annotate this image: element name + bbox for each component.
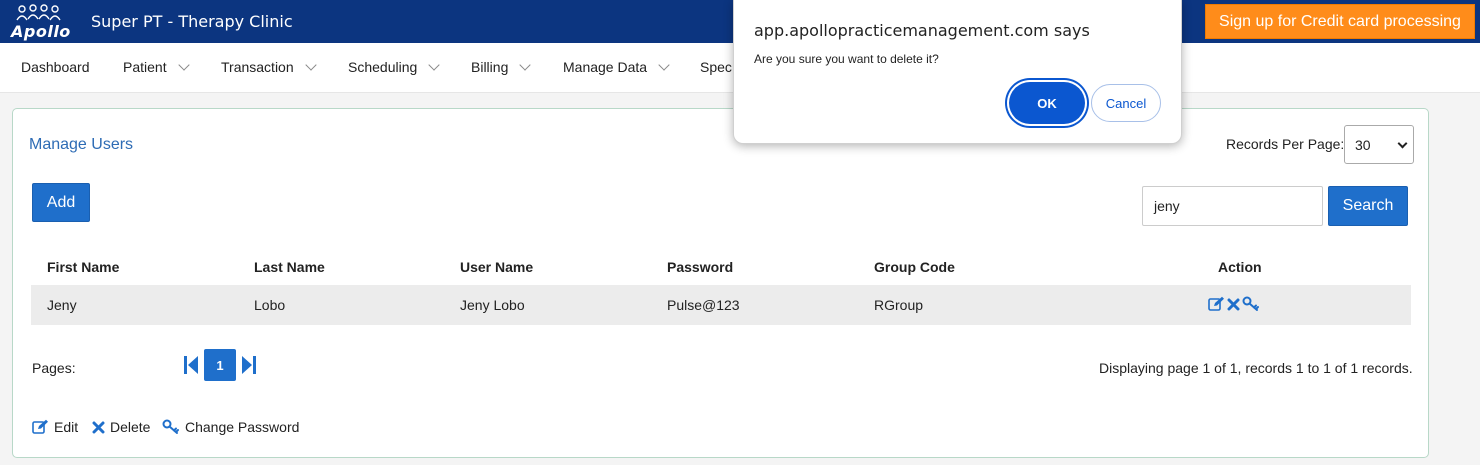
search-input[interactable]: jeny — [1142, 186, 1323, 226]
chevron-down-icon — [519, 58, 532, 71]
legend-edit-label: Edit — [54, 419, 79, 435]
ok-button[interactable]: OK — [1009, 82, 1085, 124]
menu-item-patient[interactable]: Patient — [123, 58, 190, 75]
chevron-down-icon — [428, 58, 440, 71]
menu-item-label: Scheduling — [348, 59, 418, 75]
pager: 1 — [183, 349, 257, 381]
menu-item-scheduling[interactable]: Scheduling — [348, 58, 440, 75]
legend-change-password-label: Change Password — [185, 419, 300, 435]
first-page-icon[interactable] — [183, 354, 199, 376]
credit-card-signup-button[interactable]: Sign up for Credit card processing — [1205, 4, 1475, 39]
cell-password: Pulse@123 — [667, 297, 740, 313]
legend-edit: Edit — [32, 419, 78, 435]
search-button[interactable]: Search — [1328, 186, 1408, 226]
legend-delete: Delete — [92, 419, 150, 435]
menu-item-dashboard[interactable]: Dashboard — [21, 59, 90, 75]
cell-last-name: Lobo — [254, 297, 286, 313]
menu-item-spec[interactable]: Spec — [700, 59, 732, 75]
menu-item-label: Manage Data — [563, 59, 648, 75]
legend-delete-label: Delete — [110, 419, 151, 435]
records-per-page-value: 30 — [1355, 136, 1371, 153]
apollo-logo[interactable]: Apollo — [8, 2, 71, 41]
dialog-message: Are you sure you want to delete it? — [754, 52, 939, 66]
records-per-page-label: Records Per Page: — [1226, 136, 1345, 152]
chevron-down-icon — [658, 58, 670, 71]
table-row: Jeny Lobo Jeny Lobo Pulse@123 RGroup — [31, 285, 1411, 325]
confirm-delete-dialog: app.apollopracticemanagement.com says Ar… — [733, 0, 1182, 144]
legend-change-password: Change Password — [162, 419, 299, 435]
clinic-name: Super PT - Therapy Clinic — [91, 12, 293, 31]
column-header-user-name: User Name — [460, 259, 534, 275]
menu-item-manage-data[interactable]: Manage Data — [563, 58, 670, 75]
pages-label: Pages: — [32, 360, 76, 376]
key-icon[interactable] — [1242, 296, 1260, 312]
menu-item-label: Transaction — [221, 59, 294, 75]
column-header-last-name: Last Name — [254, 259, 325, 275]
menu-item-transaction[interactable]: Transaction — [221, 58, 317, 75]
logo-text: Apollo — [11, 22, 71, 41]
chevron-down-icon — [177, 58, 190, 71]
delete-icon — [92, 421, 105, 433]
column-header-first-name: First Name — [47, 259, 120, 275]
pagination-info: Displaying page 1 of 1, records 1 to 1 o… — [1099, 360, 1413, 376]
menu-item-label: Patient — [123, 59, 167, 75]
chevron-down-icon — [304, 58, 317, 71]
records-per-page-select[interactable]: 30 — [1344, 125, 1414, 164]
cell-first-name: Jeny — [47, 297, 77, 313]
menu-item-label: Spec — [700, 59, 732, 75]
dialog-title: app.apollopracticemanagement.com says — [754, 21, 1090, 40]
last-page-icon[interactable] — [241, 354, 257, 376]
menu-item-label: Dashboard — [21, 59, 90, 75]
key-icon — [162, 419, 179, 434]
cancel-button[interactable]: Cancel — [1091, 84, 1161, 122]
current-page-button[interactable]: 1 — [204, 349, 236, 381]
column-header-password: Password — [667, 259, 734, 275]
column-header-group-code: Group Code — [874, 259, 955, 275]
menu-item-billing[interactable]: Billing — [471, 58, 532, 75]
row-actions — [1208, 296, 1260, 312]
edit-icon[interactable] — [1208, 296, 1225, 312]
menu-item-label: Billing — [471, 59, 509, 75]
delete-icon[interactable] — [1227, 298, 1240, 311]
column-header-action: Action — [1218, 259, 1262, 275]
people-logo-icon — [16, 4, 61, 21]
cell-user-name: Jeny Lobo — [460, 297, 525, 313]
manage-users-panel: Manage Users Records Per Page: 30 Add je… — [12, 108, 1429, 458]
page-title: Manage Users — [29, 136, 134, 153]
cell-group-code: RGroup — [874, 297, 924, 313]
add-user-button[interactable]: Add — [32, 183, 90, 222]
chevron-down-icon — [1397, 138, 1408, 149]
edit-icon — [32, 419, 48, 434]
